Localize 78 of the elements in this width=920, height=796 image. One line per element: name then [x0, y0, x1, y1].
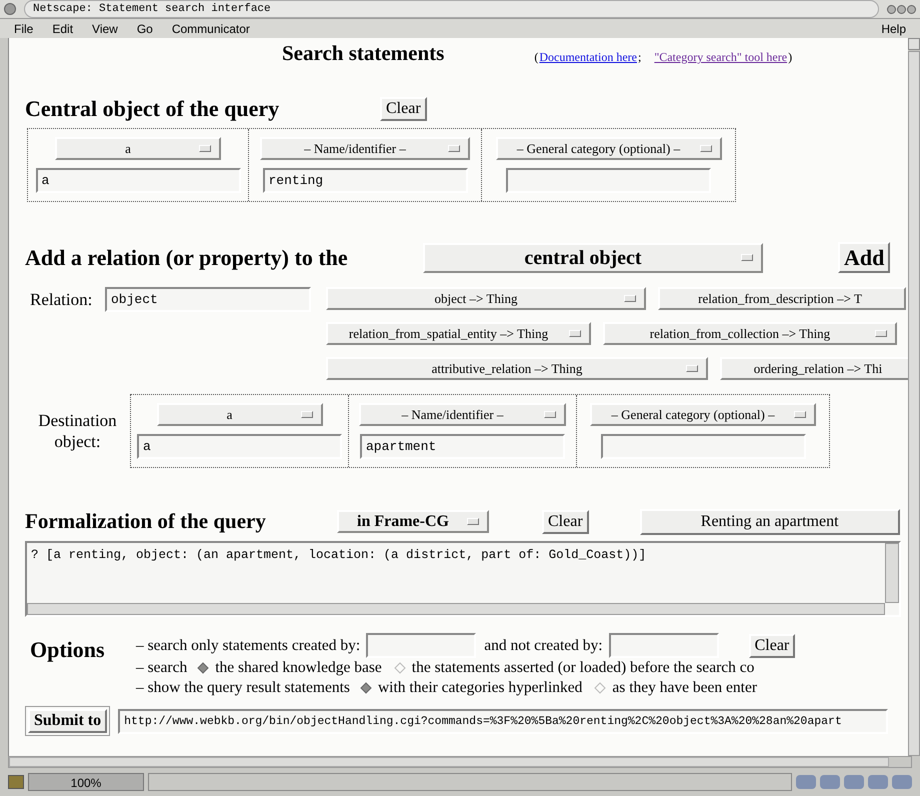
option-label: as they have been enter [612, 678, 757, 698]
link[interactable]: "Category search" tool here [654, 51, 788, 63]
close-icon[interactable] [907, 4, 916, 14]
option-label: – show the query result statements [136, 678, 350, 698]
menu-item[interactable]: View [92, 20, 118, 38]
dropdown[interactable]: relation_from_description –> T [658, 287, 906, 310]
dropdown-indicator-icon [467, 518, 479, 525]
button[interactable]: Clear [380, 97, 427, 121]
input-field[interactable] [366, 633, 476, 658]
dropdown[interactable]: object –> Thing [326, 287, 646, 310]
window-title: Netscape: Statement search interface [24, 0, 879, 18]
dropdown-indicator-icon [569, 330, 581, 337]
punctuation-text: ; [638, 51, 642, 63]
dropdown-indicator-icon [875, 330, 887, 337]
dropdown[interactable]: a [156, 403, 322, 426]
punctuation-text: ( [534, 51, 538, 63]
section-heading: Add a relation (or property) to the [25, 246, 349, 268]
punctuation-text: ) [788, 51, 792, 63]
section-heading: Formalization of the query [25, 511, 267, 532]
dropdown[interactable]: – General category (optional) – [496, 137, 722, 160]
input-field[interactable] [608, 633, 719, 658]
dropdown[interactable]: – Name/identifier – [359, 403, 566, 426]
input-field[interactable] [506, 168, 711, 193]
dropdown-indicator-icon [300, 411, 312, 418]
button[interactable]: Clear [542, 510, 589, 534]
menu-item[interactable]: Communicator [172, 20, 250, 38]
dropdown-indicator-icon [700, 145, 712, 152]
option-label: – search [136, 658, 188, 678]
dropdown-indicator-icon [686, 365, 698, 372]
option-label: the shared knowledge base [215, 658, 382, 678]
url-field[interactable]: http://www.webkb.org/bin/objectHandling.cgi?commands=%3F%20%5Ba%20renting%2C%20object%3A%20%28an%20apart [118, 708, 888, 734]
input-field[interactable]: renting [262, 168, 468, 193]
link[interactable]: Documentation here [539, 51, 637, 63]
maximize-icon[interactable] [897, 4, 906, 14]
button[interactable]: Submit to [28, 709, 108, 733]
input-field[interactable]: apartment [360, 434, 565, 459]
radio-button[interactable] [360, 682, 372, 694]
menu-item[interactable]: Help [881, 20, 906, 38]
section-heading: Central object of the query [25, 98, 280, 120]
dropdown[interactable]: – General category (optional) – [590, 403, 816, 426]
button[interactable]: Add [838, 242, 890, 274]
dropdown[interactable]: relation_from_spatial_entity –> Thing [326, 322, 591, 345]
dropdown-indicator-icon [199, 145, 211, 152]
dropdown[interactable]: relation_from_collection –> Thing [603, 322, 897, 345]
dropdown[interactable]: attributive_relation –> Thing [326, 357, 708, 380]
dropdown[interactable]: a [55, 137, 221, 160]
input-field[interactable] [600, 434, 806, 459]
section-heading: Options [29, 639, 106, 664]
radio-button[interactable] [197, 662, 210, 674]
radio-button[interactable] [394, 662, 406, 674]
menu-item[interactable]: Edit [52, 20, 74, 38]
field-label: Destination object: [37, 410, 118, 452]
radio-button[interactable] [594, 682, 606, 694]
menu-item[interactable]: File [14, 20, 34, 38]
zoom-level: 100% [28, 772, 144, 790]
dropdown-indicator-icon [624, 295, 636, 302]
dropdown-indicator-icon [794, 411, 806, 418]
dropdown[interactable]: central object [423, 242, 763, 272]
button[interactable]: Clear [748, 634, 796, 658]
option-label: with their categories hyperlinked [378, 678, 582, 698]
dropdown-indicator-icon [544, 411, 556, 418]
menu-item[interactable]: Go [136, 20, 153, 38]
window-menu-icon[interactable] [4, 3, 16, 15]
dropdown[interactable]: – Name/identifier – [260, 137, 470, 160]
page-title: Search statements [282, 43, 444, 64]
input-field[interactable]: object [105, 287, 311, 312]
dropdown-indicator-icon [741, 254, 753, 261]
field-label: Relation: [29, 289, 94, 311]
dropdown[interactable]: ordering_relation –> Thi [720, 357, 908, 380]
option-label: the statements asserted (or loaded) before the search co [412, 658, 754, 678]
option-label: – search only statements created by: [136, 636, 360, 656]
button[interactable]: Renting an apartment [640, 508, 900, 534]
minimize-icon[interactable] [887, 4, 896, 14]
option-label: and not created by: [484, 636, 603, 656]
dropdown[interactable]: in Frame-CG [337, 510, 489, 533]
input-field[interactable]: a [36, 168, 240, 193]
dropdown-indicator-icon [448, 145, 460, 152]
input-field[interactable]: a [137, 434, 342, 459]
